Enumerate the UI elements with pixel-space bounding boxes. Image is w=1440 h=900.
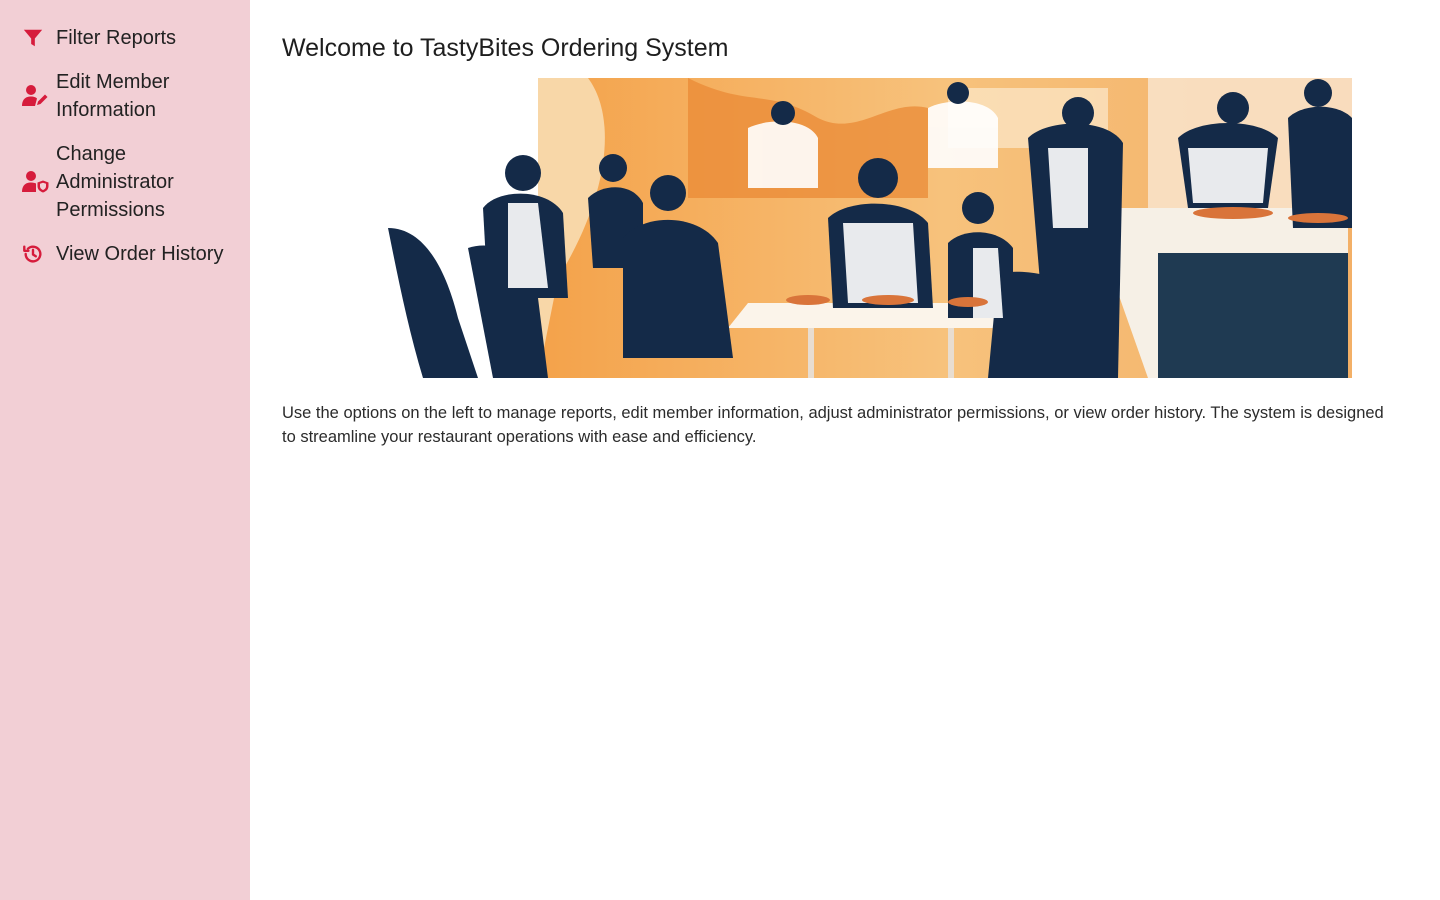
sidebar-item-edit-member[interactable]: Edit Member Information (22, 68, 250, 124)
sidebar-item-label: Change Administrator Permissions (56, 143, 174, 221)
user-edit-icon (22, 82, 50, 110)
sidebar-item-filter-reports[interactable]: Filter Reports (22, 24, 250, 52)
sidebar-item-label: Edit Member Information (56, 71, 170, 121)
filter-icon (22, 24, 50, 52)
sidebar-item-order-history[interactable]: View Order History (22, 240, 250, 268)
page-description: Use the options on the left to manage re… (282, 404, 1384, 446)
user-shield-icon (22, 168, 50, 196)
sidebar-item-label: View Order History (56, 243, 224, 265)
sidebar-item-label: Filter Reports (56, 27, 177, 49)
sidebar: Filter Reports Edit Member Information C… (0, 0, 250, 900)
hero-illustration (388, 78, 1352, 378)
page-title: Welcome to TastyBites Ordering System (282, 34, 729, 62)
history-icon (22, 240, 50, 268)
app-root: Filter Reports Edit Member Information C… (0, 0, 1440, 900)
sidebar-item-admin-permissions[interactable]: Change Administrator Permissions (22, 140, 250, 224)
main-content: Welcome to TastyBites Ordering System Us… (250, 0, 1440, 900)
